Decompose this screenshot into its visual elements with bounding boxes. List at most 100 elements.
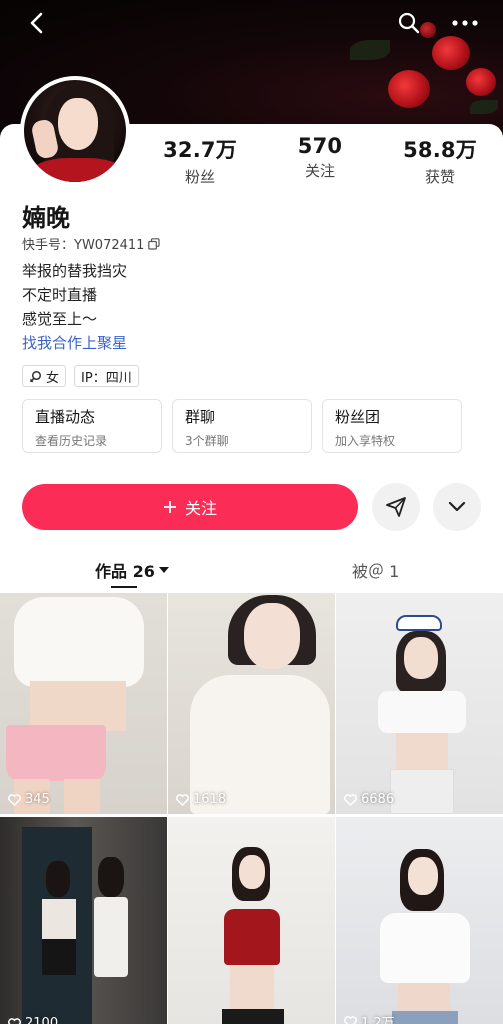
tab-mentions[interactable]: 被＠ 1: [352, 558, 399, 582]
profile-bio: 举报的替我挡灾 不定时直播 感觉至上～ 找我合作上聚星: [22, 259, 127, 355]
video-thumbnail[interactable]: 2100: [0, 817, 167, 1024]
stat-following[interactable]: 570 关注: [260, 134, 380, 187]
thumb-skin: [396, 733, 448, 769]
heart-icon: [176, 793, 189, 806]
search-icon: [398, 12, 420, 34]
avatar-face: [58, 98, 98, 150]
profile-name: 婻晚: [22, 204, 70, 232]
thumb-top: [224, 909, 280, 965]
send-icon: [386, 497, 406, 517]
stat-label: 关注: [304, 162, 335, 180]
likes-count: 345: [8, 792, 50, 807]
leaf-decoration: [470, 100, 498, 114]
thumb-shorts: [390, 769, 454, 814]
chevron-down-icon: [448, 501, 466, 512]
leaf-decoration: [350, 40, 390, 60]
stat-label: 粉丝: [184, 168, 215, 186]
thumb-shorts: [6, 725, 106, 781]
gender-tag: 女: [22, 365, 67, 387]
avatar-shirt: [30, 158, 126, 182]
user-id: 快手号：YW072411: [22, 234, 161, 253]
stat-value: 570: [297, 134, 343, 158]
likes-value: 1.2万: [361, 1016, 395, 1024]
search-button[interactable]: [394, 8, 424, 38]
thumb-face: [404, 637, 438, 679]
rose-decoration: [466, 68, 496, 96]
group-chat-entry[interactable]: 群聊 3个群聊: [172, 399, 312, 453]
ip-tag: IP：四川: [74, 365, 139, 387]
back-icon: [30, 12, 43, 34]
gender-text: 女: [46, 370, 60, 386]
thumb-skin: [30, 681, 126, 731]
back-button[interactable]: [22, 8, 52, 38]
caret-down-icon: [158, 567, 169, 573]
thumb-pants: [222, 1009, 284, 1024]
copy-icon[interactable]: [148, 237, 161, 250]
rose-decoration: [432, 36, 470, 70]
thumb-top: [378, 691, 466, 733]
tab-works-label: 作品 26: [95, 562, 155, 581]
video-thumbnail[interactable]: 1618: [168, 593, 335, 814]
plus-icon: [163, 501, 176, 513]
heart-icon: [8, 1017, 21, 1024]
stat-likes[interactable]: 58.8万 获赞: [380, 134, 500, 187]
likes-value: 6686: [361, 792, 395, 807]
bio-collab-link[interactable]: 找我合作上聚星: [22, 331, 127, 355]
entry-subtitle: 加入享特权: [335, 434, 396, 448]
thumb-hat: [396, 615, 442, 631]
video-thumbnail[interactable]: [168, 817, 335, 1024]
user-id-text: 快手号：YW072411: [22, 238, 145, 253]
heart-icon: [8, 793, 21, 806]
entry-title: 粉丝团: [335, 408, 381, 426]
likes-count: 1.2万: [344, 1012, 395, 1024]
entry-title: 群聊: [185, 408, 216, 426]
video-thumbnail[interactable]: 345: [0, 593, 167, 814]
thumb-face: [239, 855, 265, 889]
follow-button[interactable]: 关注: [22, 484, 358, 530]
bio-line: 举报的替我挡灾: [22, 262, 128, 280]
likes-count: 1618: [176, 792, 226, 807]
thumb-face: [408, 857, 438, 895]
thumb-hair: [46, 861, 70, 897]
likes-value: 1618: [193, 792, 227, 807]
follow-label: 关注: [184, 499, 217, 518]
profile-tags: 女 IP：四川: [22, 365, 139, 387]
stat-value: 58.8万: [403, 138, 477, 162]
more-button[interactable]: [448, 8, 482, 38]
live-history-entry[interactable]: 直播动态 查看历史记录: [22, 399, 162, 453]
likes-value: 345: [25, 792, 50, 807]
video-thumbnail[interactable]: 1.2万: [336, 817, 503, 1024]
content-tabs: 作品 26 被＠ 1: [0, 552, 503, 588]
heart-icon: [344, 793, 357, 806]
stat-label: 获赞: [424, 168, 455, 186]
heart-icon: [344, 1015, 357, 1024]
stat-value: 32.7万: [163, 138, 237, 162]
thumb-shirt: [14, 597, 144, 687]
profile-entries: 直播动态 查看历史记录 群聊 3个群聊 粉丝团 加入享特权: [22, 399, 462, 453]
tab-works[interactable]: 作品 26: [95, 558, 169, 582]
more-icon: [452, 20, 478, 26]
thumb-hair: [98, 857, 124, 897]
likes-count: 2100: [8, 1016, 58, 1024]
thumb-top: [380, 913, 470, 983]
likes-count: 6686: [344, 792, 394, 807]
entry-title: 直播动态: [35, 408, 96, 426]
avatar[interactable]: [20, 76, 130, 186]
active-tab-indicator: [111, 586, 137, 588]
profile-stats: 32.7万 粉丝 570 关注 58.8万 获赞: [140, 134, 500, 187]
works-grid: 345 1618 6686 2100 1.2万: [0, 593, 503, 1024]
expand-button[interactable]: [433, 483, 481, 531]
entry-subtitle: 查看历史记录: [35, 434, 108, 448]
likes-value: 2100: [25, 1016, 59, 1024]
stat-followers[interactable]: 32.7万 粉丝: [140, 134, 260, 187]
fan-club-entry[interactable]: 粉丝团 加入享特权: [322, 399, 462, 453]
entry-subtitle: 3个群聊: [185, 434, 229, 448]
bio-line: 不定时直播: [22, 286, 98, 304]
thumb-jeans: [392, 1011, 458, 1024]
thumb-top: [42, 899, 76, 939]
video-thumbnail[interactable]: 6686: [336, 593, 503, 814]
bio-line: 感觉至上～: [22, 310, 98, 328]
thumb-leg: [64, 779, 100, 814]
thumb-skin: [398, 983, 450, 1011]
send-message-button[interactable]: [372, 483, 420, 531]
